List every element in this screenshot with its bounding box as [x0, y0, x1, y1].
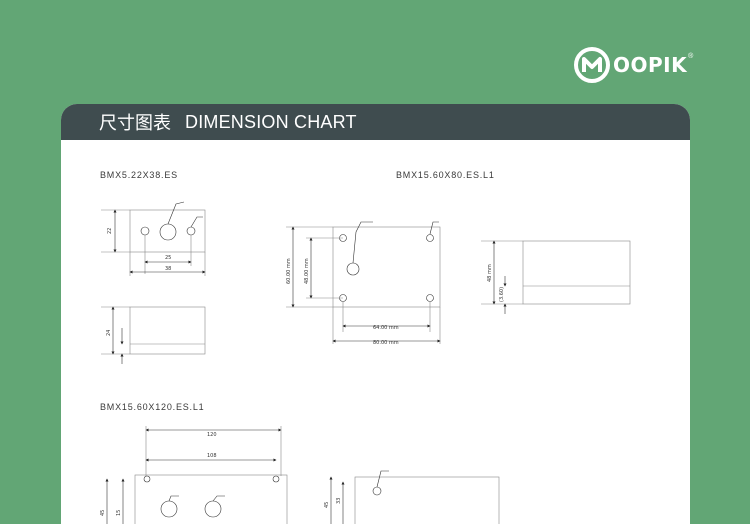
- dim-c-w1: 120: [207, 432, 217, 438]
- dim-c-h-side: 45: [324, 502, 330, 508]
- brand-logo: OOPIK ®: [573, 45, 723, 85]
- drawing-a-side: [101, 306, 206, 364]
- drawing-a-front: [101, 201, 206, 276]
- registered-mark: ®: [688, 52, 694, 60]
- dim-c-h2: 33: [336, 498, 342, 504]
- drawing-c-front: [105, 426, 288, 524]
- dim-a-inner: 25: [165, 255, 171, 261]
- drawing-c-side: [329, 470, 500, 524]
- dimension-chart-card: 尺寸图表 DIMENSION CHART BMX5.22X38.ES BMX15…: [61, 104, 690, 524]
- dim-b-w2: 80.00 mm: [373, 340, 399, 346]
- dim-a-width: 38: [165, 266, 171, 272]
- dim-b-side1: 48 mm: [487, 264, 493, 282]
- dim-b-h1: 60.00 mm: [286, 258, 292, 284]
- dim-c-w2: 108: [207, 453, 217, 459]
- dim-a-side: 24: [106, 330, 112, 336]
- brand-name: OOPIK: [613, 53, 688, 77]
- dim-b-h2: 48.00 mm: [304, 258, 310, 284]
- dimension-drawings: 22 25 38 24 60.00 mm 48.00 mm 64.00 mm 8…: [100, 201, 631, 524]
- drawing-b-side: [481, 240, 631, 314]
- logo-mark-icon: [574, 47, 610, 83]
- dim-a-height: 22: [107, 228, 113, 234]
- dim-b-w1: 64.00 mm: [373, 325, 399, 331]
- dim-b-side2: (3.60): [499, 287, 505, 302]
